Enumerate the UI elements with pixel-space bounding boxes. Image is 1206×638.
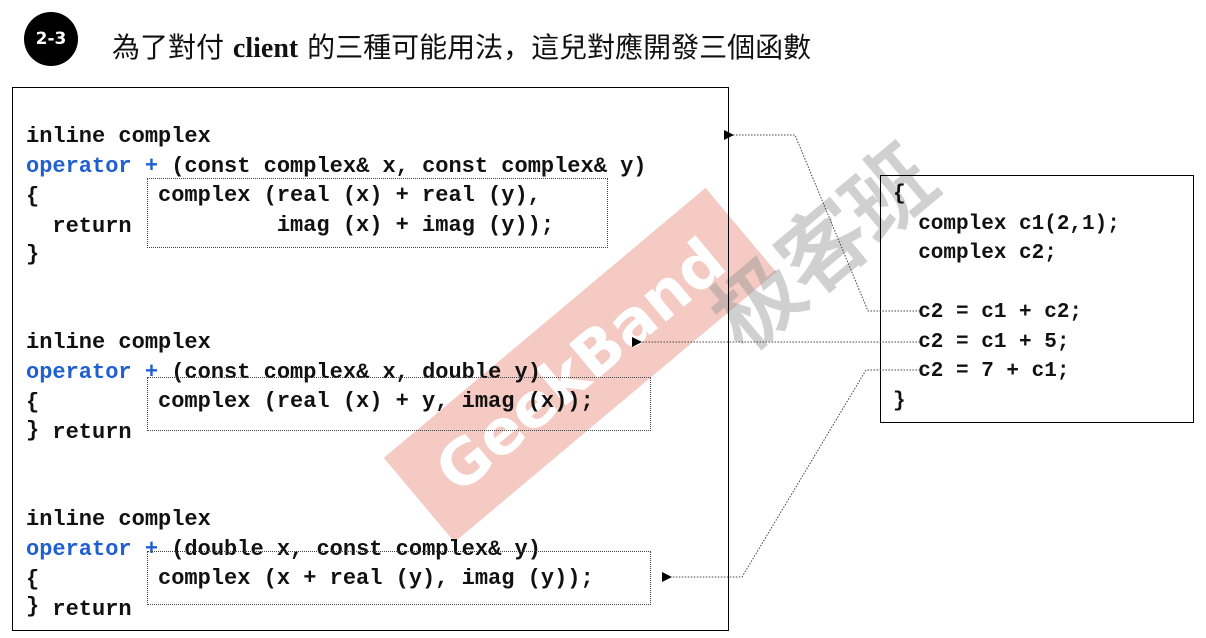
arrow-to-function-1 — [724, 130, 920, 312]
connector-arrows — [632, 130, 920, 582]
arrow-to-function-3 — [662, 369, 920, 582]
